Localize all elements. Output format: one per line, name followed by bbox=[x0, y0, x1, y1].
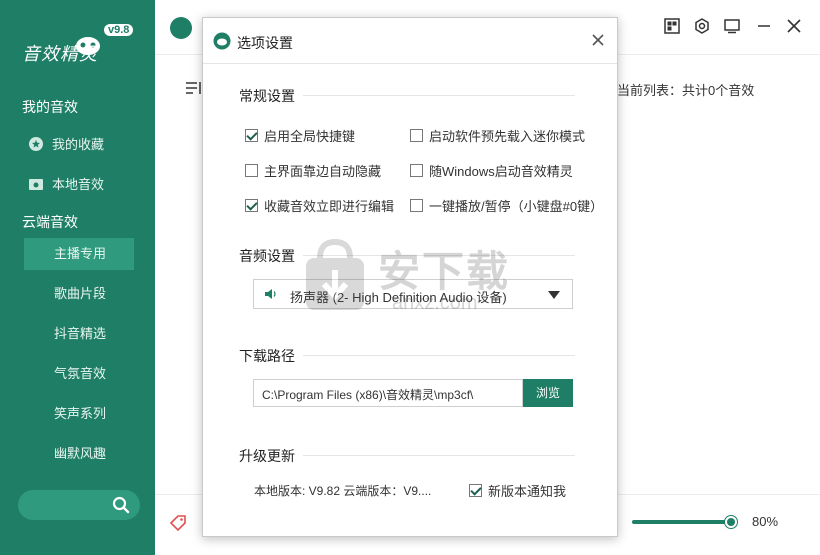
sidebar-sub-item[interactable]: 歌曲片段 bbox=[24, 278, 134, 310]
options-dialog: 选项设置 常规设置 启用全局快捷键 启动软件预先载入迷你模式 主界面靠边自动隐藏… bbox=[202, 17, 618, 537]
dialog-title: 选项设置 bbox=[237, 35, 293, 51]
sidebar-sub-item[interactable]: 笑声系列 bbox=[24, 398, 134, 430]
divider bbox=[303, 95, 575, 96]
local-folder-icon bbox=[29, 178, 43, 190]
mini-mode-icon[interactable] bbox=[723, 18, 741, 36]
favorites-icon bbox=[29, 136, 43, 151]
app-logo: v9.8 音效精灵 bbox=[18, 18, 138, 66]
volume-slider-handle[interactable] bbox=[725, 516, 737, 528]
tag-icon[interactable] bbox=[169, 514, 187, 532]
list-status-text: 当前列表：共计0个音效 bbox=[617, 83, 755, 98]
version-badge: v9.8 bbox=[104, 24, 134, 36]
option-auto-hide[interactable]: 主界面靠边自动隐藏 bbox=[245, 161, 381, 180]
logo-text: 音效精灵 bbox=[22, 44, 98, 64]
general-settings-title: 常规设置 bbox=[239, 88, 295, 104]
divider bbox=[303, 455, 575, 456]
speaker-icon bbox=[265, 289, 276, 299]
divider bbox=[303, 255, 575, 256]
app-small-logo-icon bbox=[170, 17, 192, 39]
search-icon[interactable] bbox=[112, 496, 130, 514]
divider bbox=[303, 355, 575, 356]
option-label: 主界面靠边自动隐藏 bbox=[264, 164, 382, 179]
audio-settings-title: 音频设置 bbox=[239, 248, 295, 264]
sidebar-sub-item[interactable]: 抖音精选 bbox=[24, 318, 134, 350]
sidebar-search-input[interactable] bbox=[18, 490, 140, 520]
sidebar-item-label: 本地音效 bbox=[52, 177, 105, 192]
sidebar: v9.8 音效精灵 我的音效 我的收藏 本地音效 云端音效 主播专用 歌曲片段 … bbox=[0, 0, 155, 555]
option-start-with-windows[interactable]: 随Windows启动音效精灵 bbox=[410, 161, 573, 180]
chevron-down-icon[interactable] bbox=[548, 291, 560, 299]
volume-label: 80% bbox=[752, 514, 779, 529]
version-info: 本地版本: V9.82 云端版本：V9.... bbox=[254, 484, 432, 498]
download-path-title: 下载路径 bbox=[239, 348, 295, 364]
checkbox[interactable] bbox=[245, 129, 258, 142]
audio-device-select[interactable]: 扬声器 (2- High Definition Audio 设备) bbox=[253, 279, 573, 309]
volume-slider[interactable] bbox=[632, 520, 732, 524]
app-window: v9.8 音效精灵 我的音效 我的收藏 本地音效 云端音效 主播专用 歌曲片段 … bbox=[0, 0, 820, 555]
option-preload-mini[interactable]: 启动软件预先载入迷你模式 bbox=[410, 126, 585, 145]
option-label: 一键播放/暂停（小键盘#0键） bbox=[429, 199, 604, 214]
browse-button[interactable]: 浏览 bbox=[523, 379, 573, 407]
checkbox[interactable] bbox=[245, 199, 258, 212]
update-title: 升级更新 bbox=[239, 448, 295, 464]
checkbox[interactable] bbox=[410, 164, 423, 177]
option-label: 新版本通知我 bbox=[488, 484, 567, 499]
dialog-header: 选项设置 bbox=[203, 18, 617, 64]
option-global-hotkey[interactable]: 启用全局快捷键 bbox=[245, 126, 355, 145]
option-label: 随Windows启动音效精灵 bbox=[429, 164, 573, 179]
option-label: 收藏音效立即进行编辑 bbox=[264, 199, 395, 214]
checkbox[interactable] bbox=[410, 199, 423, 212]
option-label: 启用全局快捷键 bbox=[264, 129, 356, 144]
checkbox[interactable] bbox=[410, 129, 423, 142]
sidebar-sub-item[interactable]: 主播专用 bbox=[24, 238, 134, 270]
option-notify-new-version[interactable]: 新版本通知我 bbox=[469, 481, 566, 500]
cloud-sounds-section: 云端音效 bbox=[22, 214, 78, 230]
option-edit-on-favorite[interactable]: 收藏音效立即进行编辑 bbox=[245, 196, 394, 215]
app-logo-icon bbox=[213, 32, 231, 50]
option-label: 启动软件预先载入迷你模式 bbox=[429, 129, 586, 144]
sidebar-item-label: 我的收藏 bbox=[52, 137, 105, 152]
sidebar-item-local[interactable]: 本地音效 bbox=[28, 174, 104, 193]
close-icon[interactable] bbox=[785, 18, 803, 36]
layout-icon[interactable] bbox=[663, 18, 681, 36]
checkbox[interactable] bbox=[245, 164, 258, 177]
settings-icon[interactable] bbox=[693, 18, 711, 36]
download-path-input[interactable]: C:\Program Files (x86)\音效精灵\mp3cf\ bbox=[253, 379, 523, 407]
my-sounds-section: 我的音效 bbox=[22, 99, 78, 115]
option-one-key-play[interactable]: 一键播放/暂停（小键盘#0键） bbox=[410, 196, 603, 215]
sidebar-item-favorites[interactable]: 我的收藏 bbox=[28, 134, 104, 153]
dialog-close-button[interactable] bbox=[589, 31, 607, 49]
sidebar-sub-item[interactable]: 气氛音效 bbox=[24, 358, 134, 390]
sidebar-sub-item[interactable]: 幽默风趣 bbox=[24, 438, 134, 470]
checkbox[interactable] bbox=[469, 484, 482, 497]
minimize-icon[interactable] bbox=[755, 18, 773, 36]
audio-device-value: 扬声器 (2- High Definition Audio 设备) bbox=[290, 290, 507, 305]
